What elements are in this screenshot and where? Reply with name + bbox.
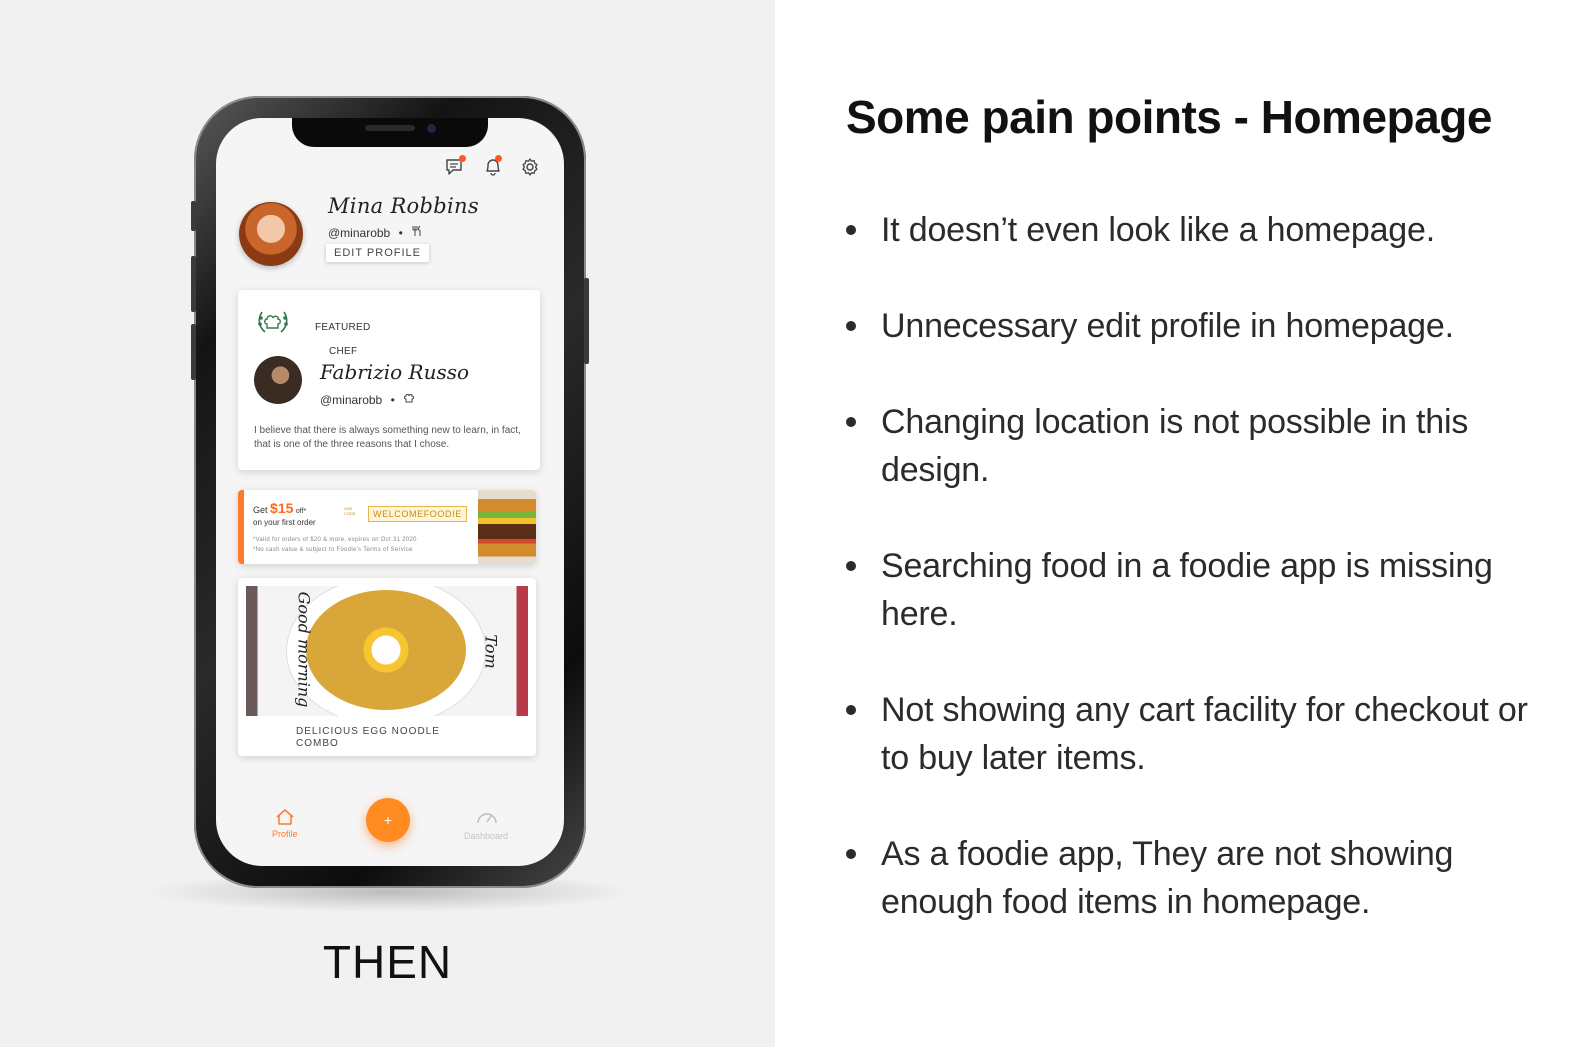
bell-icon[interactable]: [482, 155, 504, 178]
featured-label: FEATURED: [315, 322, 371, 333]
noodles: [306, 590, 466, 710]
plate-text-right: Tom: [481, 634, 501, 669]
pain-point-item: Changing location is not possible in thi…: [846, 398, 1546, 494]
chef-quote: I believe that there is always something…: [254, 425, 521, 450]
pain-points-list: It doesn’t even look like a homepage. Un…: [846, 206, 1546, 974]
nav-dashboard-label[interactable]: Dashboard: [464, 831, 508, 841]
promo-fine-print-1: *Valid for orders of $20 & more, expires…: [253, 537, 417, 543]
pain-point-text: Unnecessary edit profile in homepage.: [881, 307, 1454, 345]
promo-banner[interactable]: Get $15 off* on your first order USE COD…: [238, 490, 536, 564]
phone-frame: Mina Robbins @minarobb • EDIT PROFILE FE…: [191, 96, 589, 888]
gauge-icon: [477, 813, 497, 824]
app-screen: Mina Robbins @minarobb • EDIT PROFILE FE…: [216, 118, 564, 866]
chat-notification-dot: [459, 155, 466, 162]
pain-point-item: It doesn’t even look like a homepage.: [846, 206, 1546, 254]
food-image: Good morning Tom: [246, 586, 528, 716]
food-caption: DELICIOUS EGG NOODLE COMBO: [296, 726, 440, 749]
pain-point-item: Not showing any cart facility for checko…: [846, 686, 1546, 782]
pain-point-text: It doesn’t even look like a homepage.: [881, 211, 1435, 249]
bullet-icon: [846, 225, 856, 235]
bullet-icon: [846, 417, 856, 427]
bullet-icon: [846, 321, 856, 331]
promo-headline: Get $15 off*: [253, 500, 306, 516]
home-icon: [276, 809, 294, 825]
camera: [427, 124, 436, 133]
promo-amount: $15: [270, 500, 294, 516]
avatar[interactable]: [239, 202, 303, 266]
chat-icon[interactable]: [444, 155, 466, 178]
chef-handle: @minarobb •: [320, 392, 415, 407]
promo-off: off*: [295, 508, 307, 515]
pain-point-item: Unnecessary edit profile in homepage.: [846, 302, 1546, 350]
pain-point-text: Searching food in a foodie app is missin…: [881, 547, 1493, 633]
plate-text-left: Good morning: [294, 591, 314, 708]
profile-handle-text: @minarobb: [328, 226, 391, 240]
chef-hat-icon: [403, 393, 415, 407]
use-code-label: USE CODE: [344, 506, 356, 516]
chef-handle-text: @minarobb: [320, 393, 383, 407]
pain-point-item: As a foodie app, They are not showing en…: [846, 830, 1546, 926]
slide-title: Some pain points - Homepage: [846, 91, 1492, 143]
gear-icon[interactable]: [519, 156, 541, 178]
pain-point-text: Not showing any cart facility for checko…: [881, 691, 1528, 777]
bullet-icon: [846, 705, 856, 715]
bell-notification-dot: [495, 155, 502, 162]
nav-dashboard[interactable]: [475, 808, 499, 831]
notch: [292, 118, 488, 147]
profile-name: Mina Robbins: [328, 194, 479, 218]
mockup-panel: Mina Robbins @minarobb • EDIT PROFILE FE…: [0, 0, 775, 1047]
promo-code[interactable]: WELCOMEFOODIE: [368, 506, 467, 522]
nav-profile[interactable]: [274, 808, 296, 831]
promo-subtitle: on your first order: [253, 518, 316, 527]
pain-point-text: Changing location is not possible in thi…: [881, 403, 1469, 489]
mute-switch: [191, 201, 196, 231]
promo-get: Get: [253, 505, 268, 515]
chef-name: Fabrizio Russo: [320, 360, 470, 384]
pain-point-item: Searching food in a foodie app is missin…: [846, 542, 1546, 638]
chef-role-label: CHEF: [329, 346, 358, 357]
profile-handle: @minarobb •: [328, 225, 423, 240]
then-caption: THEN: [322, 936, 453, 988]
volume-down-button: [191, 324, 196, 380]
edit-profile-button[interactable]: EDIT PROFILE: [326, 244, 429, 262]
promo-accent-stripe: [238, 490, 244, 564]
promo-fine-print-2: *No cash value & subject to Foodie's Ter…: [253, 547, 413, 553]
food-card[interactable]: Good morning Tom DELICIOUS EGG NOODLE CO…: [238, 578, 536, 756]
add-button[interactable]: +: [366, 798, 410, 842]
pain-point-text: As a foodie app, They are not showing en…: [881, 835, 1454, 921]
nav-profile-label[interactable]: Profile: [272, 829, 298, 839]
chef-avatar[interactable]: [254, 356, 302, 404]
featured-chef-card[interactable]: FEATURED CHEF Fabrizio Russo @minarobb •…: [238, 290, 540, 470]
bullet-icon: [846, 561, 856, 571]
burger-image: [478, 490, 536, 564]
volume-up-button: [191, 256, 196, 312]
bullet-icon: [846, 849, 856, 859]
power-button: [584, 278, 589, 364]
chef-hat-laurel-icon: [256, 308, 290, 343]
speaker: [365, 125, 415, 131]
fork-knife-icon: [411, 225, 423, 240]
